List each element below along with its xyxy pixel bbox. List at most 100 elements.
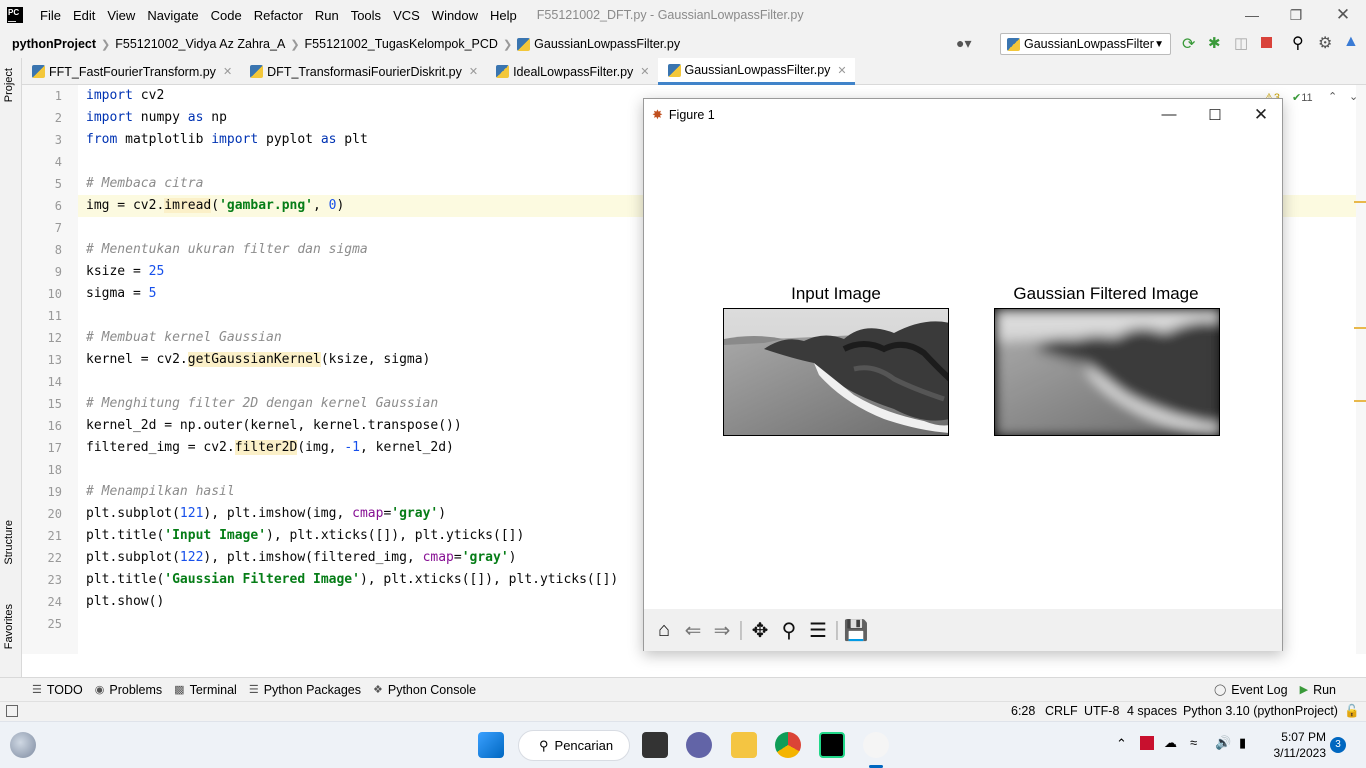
wifi-icon[interactable]: ≈ (1190, 735, 1197, 750)
taskbar-search[interactable]: ⚲ Pencarian (518, 730, 630, 761)
lock-icon[interactable]: 🔓 (1344, 704, 1360, 719)
tab-dft[interactable]: DFT_TransformasiFourierDiskrit.py ✕ (240, 58, 486, 85)
battery-icon[interactable]: ▮ (1239, 735, 1246, 751)
caret-position[interactable]: 6:28 (1011, 704, 1035, 718)
figure-maximize-button[interactable]: ☐ (1192, 99, 1238, 130)
forward-icon[interactable]: ⇒ (708, 616, 736, 644)
menu-run[interactable]: Run (309, 8, 345, 23)
python-console-tab[interactable]: ❖ Python Console (373, 683, 476, 697)
cloud-icon[interactable]: ☁ (1164, 735, 1177, 751)
code-line[interactable]: filtered_img = cv2.filter2D(img, -1, ker… (86, 437, 454, 459)
menu-edit[interactable]: Edit (67, 8, 101, 23)
chevron-up-icon[interactable]: ⌃ (1116, 736, 1127, 752)
editor-scrollbar[interactable] (1356, 85, 1366, 654)
breadcrumb-folder-2[interactable]: F55121002_TugasKelompok_PCD (305, 37, 498, 51)
problems-tab[interactable]: ◉ Problems (95, 683, 162, 697)
python-packages-tab[interactable]: ☰ Python Packages (249, 683, 361, 697)
save-icon[interactable]: 💾 (842, 616, 870, 644)
matplotlib-icon[interactable] (863, 732, 889, 758)
menu-help[interactable]: Help (484, 8, 523, 23)
clock-time[interactable]: 5:07 PM (1270, 730, 1326, 744)
close-tab-icon[interactable]: ✕ (223, 65, 232, 78)
zoom-icon[interactable]: ⚲ (775, 616, 803, 644)
windows-start-icon[interactable] (478, 732, 504, 758)
close-button[interactable]: ✕ (1320, 0, 1366, 30)
notification-badge[interactable]: 3 (1330, 737, 1346, 753)
clock-date[interactable]: 3/11/2023 (1266, 746, 1327, 760)
tab-fft[interactable]: FFT_FastFourierTransform.py ✕ (22, 58, 240, 85)
breadcrumb-project[interactable]: pythonProject (12, 37, 96, 51)
favorites-panel-tab[interactable]: Favorites (3, 604, 15, 649)
code-line[interactable]: plt.title('Input Image'), plt.xticks([])… (86, 525, 524, 547)
interpreter[interactable]: Python 3.10 (pythonProject) (1183, 704, 1338, 718)
file-encoding[interactable]: UTF-8 (1084, 704, 1119, 718)
configure-subplots-icon[interactable]: ☰ (804, 616, 832, 644)
panel-toggle-icon[interactable] (6, 705, 18, 717)
code-line[interactable]: plt.subplot(121), plt.imshow(img, cmap='… (86, 503, 446, 525)
figure-close-button[interactable]: ✕ (1238, 99, 1284, 130)
code-line[interactable]: plt.title('Gaussian Filtered Image'), pl… (86, 569, 618, 591)
code-line[interactable]: plt.show() (86, 591, 164, 613)
code-line[interactable]: from matplotlib import pyplot as plt (86, 129, 368, 151)
figure-minimize-button[interactable]: — (1146, 99, 1192, 130)
pan-icon[interactable]: ✥ (746, 616, 774, 644)
chevron-up-icon[interactable]: ⌃ (1328, 90, 1337, 103)
code-line[interactable]: # Membuat kernel Gaussian (86, 327, 282, 349)
menu-vcs[interactable]: VCS (387, 8, 426, 23)
code-line[interactable]: img = cv2.imread('gambar.png', 0) (86, 195, 344, 217)
stop-icon[interactable] (1261, 37, 1272, 48)
menu-view[interactable]: View (101, 8, 141, 23)
close-tab-icon[interactable]: ✕ (640, 65, 649, 78)
code-line[interactable]: # Menampilkan hasil (86, 481, 235, 503)
code-line[interactable]: import cv2 (86, 85, 164, 107)
file-explorer-icon[interactable] (731, 732, 757, 758)
home-icon[interactable]: ⌂ (650, 616, 678, 644)
breadcrumb-folder-1[interactable]: F55121002_Vidya Az Zahra_A (115, 37, 285, 51)
task-view-icon[interactable] (642, 732, 668, 758)
restore-button[interactable]: ❐ (1273, 0, 1319, 30)
menu-refactor[interactable]: Refactor (248, 8, 309, 23)
tray-app-icon[interactable] (1140, 736, 1154, 750)
debug-icon[interactable]: ✱ (1208, 34, 1221, 52)
pycharm-icon[interactable] (819, 732, 845, 758)
back-icon[interactable]: ⇐ (679, 616, 707, 644)
terminal-tab[interactable]: ▩ Terminal (174, 683, 237, 697)
project-panel-tab[interactable]: Project (3, 68, 15, 102)
code-line[interactable]: # Membaca citra (86, 173, 203, 195)
close-tab-icon[interactable]: ✕ (837, 64, 846, 77)
code-line[interactable]: plt.subplot(122), plt.imshow(filtered_im… (86, 547, 517, 569)
tab-ideal-lowpass[interactable]: IdealLowpassFilter.py ✕ (486, 58, 657, 85)
speaker-icon[interactable]: 🔊 (1215, 735, 1231, 751)
line-separator[interactable]: CRLF (1045, 704, 1078, 718)
menu-code[interactable]: Code (205, 8, 248, 23)
jetbrains-icon[interactable]: ▲ (1343, 33, 1359, 51)
menu-window[interactable]: Window (426, 8, 484, 23)
code-line[interactable]: import numpy as np (86, 107, 227, 129)
coverage-icon[interactable]: ◫ (1234, 34, 1248, 52)
tab-gaussian-lowpass[interactable]: GaussianLowpassFilter.py ✕ (657, 58, 855, 85)
code-line[interactable]: # Menghitung filter 2D dengan kernel Gau… (86, 393, 438, 415)
structure-panel-tab[interactable]: Structure (3, 520, 15, 565)
chrome-icon[interactable] (775, 732, 801, 758)
user-icon[interactable]: ●▾ (956, 35, 971, 52)
menu-file[interactable]: File (34, 8, 67, 23)
code-line[interactable]: kernel = cv2.getGaussianKernel(ksize, si… (86, 349, 430, 371)
matplotlib-figure-window[interactable]: ✸ Figure 1 — ☐ ✕ Input Image Gaussian Fi… (643, 98, 1283, 651)
close-tab-icon[interactable]: ✕ (469, 65, 478, 78)
teams-icon[interactable] (686, 732, 712, 758)
menu-navigate[interactable]: Navigate (141, 8, 204, 23)
run-config-dropdown[interactable]: GaussianLowpassFilter ▼ (1000, 33, 1171, 55)
gear-icon[interactable]: ⚙ (1318, 33, 1332, 53)
minimize-button[interactable]: — (1229, 0, 1275, 30)
menu-tools[interactable]: Tools (345, 8, 387, 23)
code-line[interactable]: kernel_2d = np.outer(kernel, kernel.tran… (86, 415, 462, 437)
rerun-icon[interactable]: ⟳ (1182, 34, 1195, 54)
indent-setting[interactable]: 4 spaces (1127, 704, 1177, 718)
search-icon[interactable]: ⚲ (1292, 33, 1304, 53)
code-line[interactable]: sigma = 5 (86, 283, 156, 305)
run-tab[interactable]: ▶ Run (1300, 683, 1336, 697)
code-line[interactable]: # Menentukan ukuran filter dan sigma (86, 239, 368, 261)
breadcrumb-file[interactable]: GaussianLowpassFilter.py (534, 37, 680, 51)
widgets-icon[interactable] (10, 732, 36, 758)
event-log-tab[interactable]: ◯ Event Log (1214, 683, 1288, 697)
